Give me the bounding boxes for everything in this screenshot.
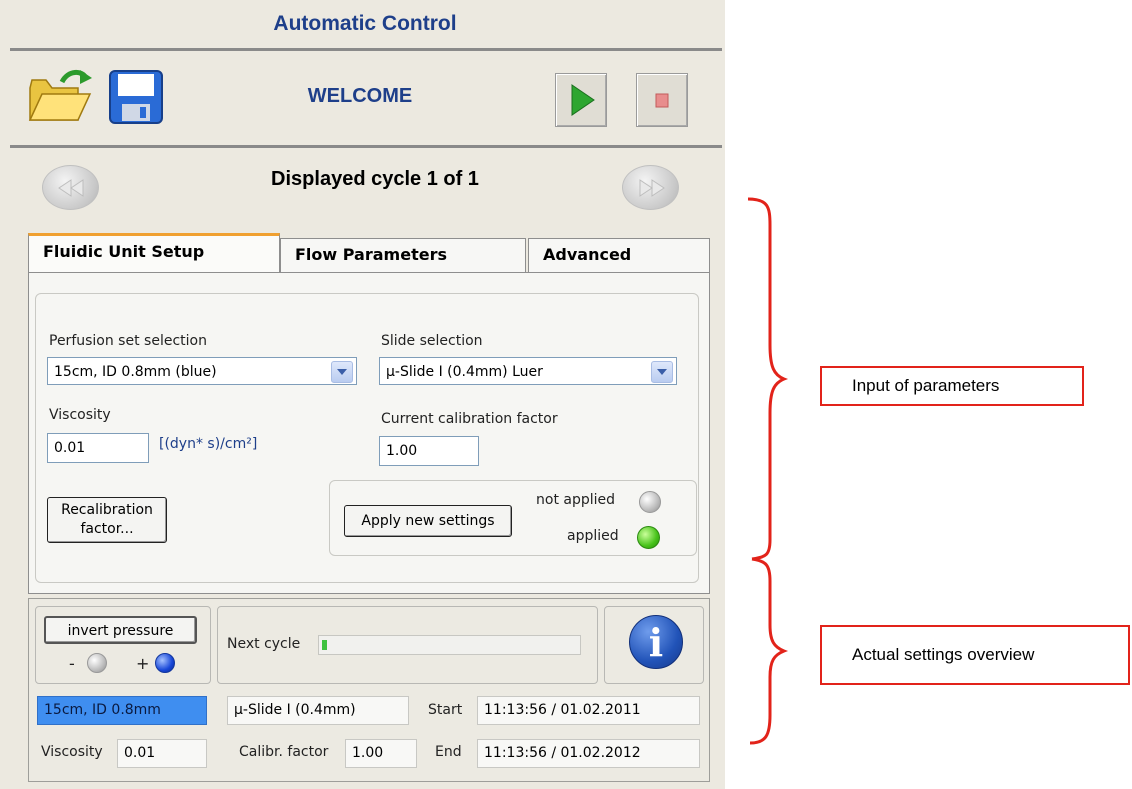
invert-pressure-button[interactable]: invert pressure <box>44 616 197 644</box>
plus-label: + <box>136 654 150 673</box>
cycle-label: Displayed cycle 1 of 1 <box>271 168 479 190</box>
overview-slide-field: μ-Slide I (0.4mm) <box>227 696 409 725</box>
rewind-icon <box>58 179 84 197</box>
applied-label: applied <box>567 528 619 544</box>
end-label: End <box>435 744 462 760</box>
applied-indicator <box>637 526 660 549</box>
input-brace <box>747 197 789 561</box>
not-applied-label: not applied <box>536 492 616 508</box>
title-divider <box>10 48 722 51</box>
previous-cycle-button[interactable] <box>42 165 99 210</box>
next-cycle-progress <box>318 635 581 655</box>
viscosity-label: Viscosity <box>49 407 111 423</box>
recalibration-factor-button[interactable]: Recalibration factor... <box>47 497 167 543</box>
slide-dropdown[interactable]: μ-Slide I (0.4mm) Luer <box>379 357 677 385</box>
overview-viscosity-field: 0.01 <box>117 739 207 768</box>
overview-calibration-label: Calibr. factor <box>239 744 329 760</box>
apply-settings-button[interactable]: Apply new settings <box>344 505 512 537</box>
slide-label: Slide selection <box>381 333 483 349</box>
minus-label: - <box>69 654 75 673</box>
toolbar-divider <box>10 145 722 148</box>
recalibration-line1: Recalibration <box>61 502 153 518</box>
perfusion-label: Perfusion set selection <box>49 333 207 349</box>
overview-pane: invert pressure - + Next cycle i 15cm, I… <box>28 598 710 782</box>
next-cycle-button[interactable] <box>622 165 679 210</box>
viscosity-unit: [(dyn* s)/cm²] <box>159 436 258 452</box>
overview-brace <box>749 557 789 745</box>
overview-perfusion-field: 15cm, ID 0.8mm <box>37 696 207 725</box>
perfusion-set-dropdown[interactable]: 15cm, ID 0.8mm (blue) <box>47 357 357 385</box>
viscosity-input[interactable]: 0.01 <box>47 433 149 463</box>
minus-indicator <box>87 653 107 673</box>
automatic-control-panel: Automatic Control WELCOME Displayed cycl… <box>0 0 725 789</box>
open-folder-icon[interactable] <box>26 66 96 126</box>
info-icon[interactable]: i <box>629 615 683 669</box>
fluidic-setup-pane: Perfusion set selection 15cm, ID 0.8mm (… <box>28 272 710 594</box>
start-label: Start <box>428 702 463 718</box>
overview-viscosity-label: Viscosity <box>41 744 103 760</box>
calibration-input[interactable]: 1.00 <box>379 436 479 466</box>
perfusion-value: 15cm, ID 0.8mm (blue) <box>54 364 217 380</box>
tab-fluidic-unit-setup[interactable]: Fluidic Unit Setup <box>28 233 280 273</box>
calibration-label: Current calibration factor <box>381 411 558 427</box>
fast-forward-icon <box>639 179 665 197</box>
tab-advanced[interactable]: Advanced <box>528 238 710 273</box>
actual-settings-overview-annotation: Actual settings overview <box>820 625 1130 685</box>
chevron-down-icon <box>651 361 673 383</box>
plus-indicator <box>155 653 175 673</box>
window-title: Automatic Control <box>273 12 457 35</box>
start-time-field: 11:13:56 / 01.02.2011 <box>477 696 700 725</box>
annotation-braces <box>747 197 789 745</box>
recalibration-line2: factor... <box>80 521 134 537</box>
stop-icon <box>655 93 669 108</box>
end-time-field: 11:13:56 / 01.02.2012 <box>477 739 700 768</box>
play-icon <box>571 84 595 116</box>
next-cycle-progress-fill <box>322 640 327 650</box>
save-disk-icon[interactable] <box>107 68 165 126</box>
start-button[interactable] <box>555 73 607 127</box>
slide-value: μ-Slide I (0.4mm) Luer <box>386 364 543 380</box>
stop-button[interactable] <box>636 73 688 127</box>
overview-calibration-field: 1.00 <box>345 739 417 768</box>
input-of-parameters-annotation: Input of parameters <box>820 366 1084 406</box>
not-applied-indicator <box>639 491 661 513</box>
tab-flow-parameters[interactable]: Flow Parameters <box>280 238 526 273</box>
welcome-label: WELCOME <box>307 85 413 107</box>
next-cycle-label: Next cycle <box>227 636 301 652</box>
chevron-down-icon <box>331 361 353 383</box>
